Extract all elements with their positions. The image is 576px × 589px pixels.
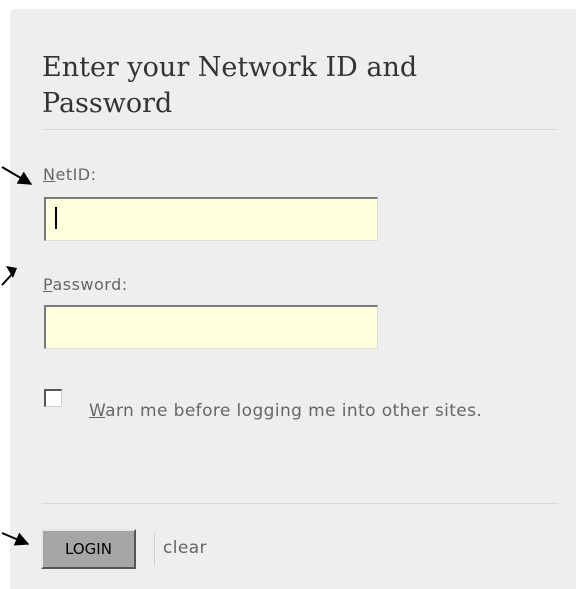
login-arrow-icon: [1, 532, 30, 546]
annotation-arrows: [1, 166, 33, 546]
password-arrow-icon: [1, 266, 17, 286]
netid-arrow-icon: [1, 166, 33, 185]
